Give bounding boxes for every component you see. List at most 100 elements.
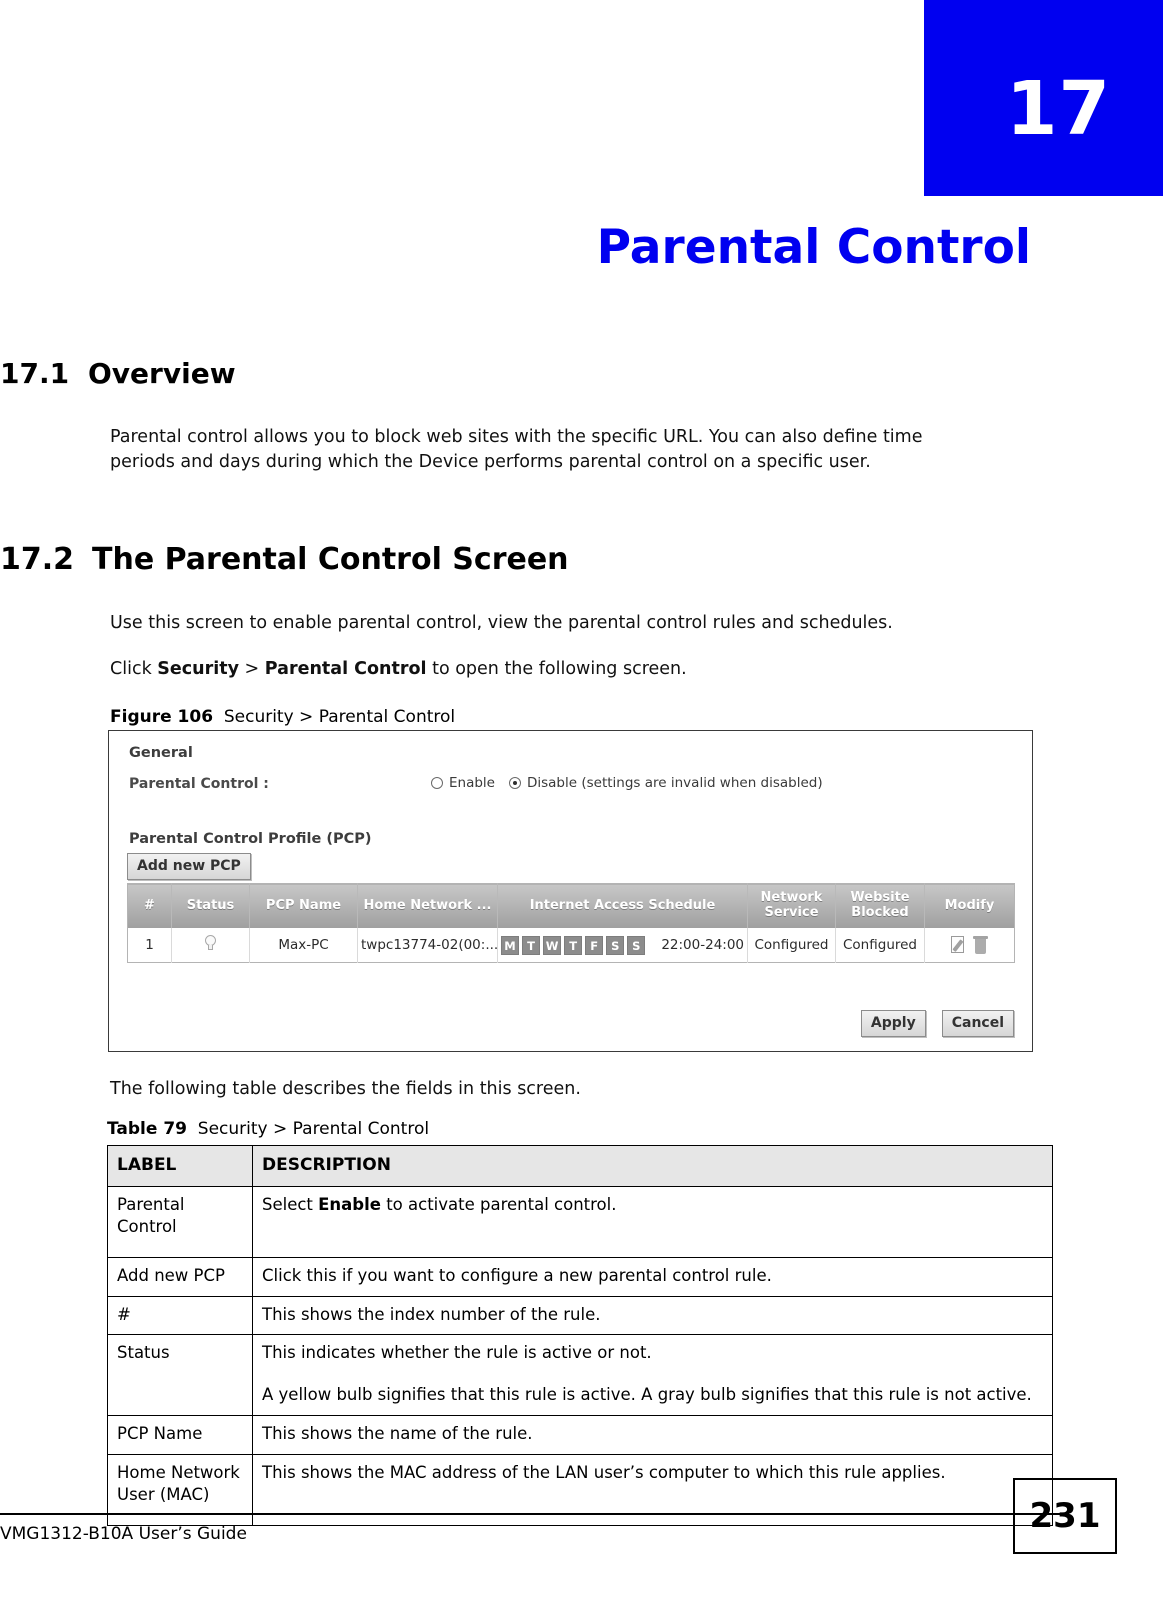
pcp-cell-home-network-user: twpc13774-02(00:... [357,928,498,963]
desc-col-label: LABEL [107,1145,253,1187]
schedule-time-range: 22:00-24:00 [661,937,745,953]
desc-text-status: This indicates whether the rule is activ… [252,1334,1053,1417]
section-title-overview: Overview [88,357,236,390]
table-caption-label: Table 79 [107,1119,187,1139]
radio-enable[interactable] [431,777,443,789]
pcp-cell-schedule: M T W T F S S 22:00-24:00 [497,928,748,963]
figure-caption-text: Security > Parental Control [223,707,456,727]
pcp-col-index: # [127,883,172,928]
description-table: LABEL DESCRIPTION Parental Control Selec… [107,1145,1053,1527]
menu-parental-control: Parental Control [264,659,427,679]
desc-text-pcp-name: This shows the name of the rule. [252,1415,1053,1456]
day-badge-wed: W [543,935,562,955]
following-table-paragraph: The following table describes the fields… [110,1079,581,1099]
desc-text-index: This shows the index number of the rule. [252,1295,1053,1336]
pcp-cell-status [171,928,250,963]
add-new-pcp-button[interactable]: Add new PCP [127,853,251,880]
delete-icon[interactable] [973,935,988,955]
desc-text-add-new-pcp: Click this if you want to configure a ne… [252,1256,1053,1297]
chapter-number: 17 [1006,66,1111,152]
desc-label-index: # [107,1295,253,1336]
day-badge-tue: T [522,935,541,955]
modify-icon-group [928,935,1011,955]
menu-separator: > [238,659,265,679]
delete-icon-can [975,939,986,955]
use-screen-paragraph: Use this screen to enable parental contr… [110,613,893,633]
pcp-table: # Status PCP Name Home Network ... Inter… [127,883,1015,963]
click-suffix: to open the following screen. [426,659,687,679]
parental-control-field-label: Parental Control : [129,776,269,792]
pcp-cell-network-service: Configured [747,928,836,963]
desc-bold-enable: Enable [318,1194,381,1214]
parental-control-radio-group[interactable]: Enable Disable (settings are invalid whe… [431,775,823,791]
footer-divider [0,1513,1069,1515]
lightbulb-base [208,945,213,950]
pcp-col-pcp-name: PCP Name [249,883,358,928]
desc-prefix-parental-control: Select [262,1194,319,1214]
section-title-parental-control-screen: The Parental Control Screen [92,542,569,577]
description-table-header-row: LABEL DESCRIPTION [107,1145,1053,1187]
section-number-17-2: 17.2 [0,542,75,577]
pcp-col-status: Status [171,883,250,928]
figure-action-buttons: Apply Cancel [860,1010,1014,1037]
figure-caption: Figure 106 Security > Parental Control [110,707,455,727]
pcp-section-title: Parental Control Profile (PCP) [129,831,372,847]
table-caption: Table 79 Security > Parental Control [107,1119,429,1139]
table-row: Add new PCP Click this if you want to co… [107,1256,1053,1297]
table-row: # This shows the index number of the rul… [107,1295,1053,1336]
footer-guide-title: VMG1312-B10A User’s Guide [0,1524,247,1544]
general-section-title: General [129,745,193,761]
figure-caption-label: Figure 106 [110,707,214,727]
desc-label-add-new-pcp: Add new PCP [107,1256,253,1297]
day-badge-fri: F [585,935,604,955]
day-badge-thu: T [564,935,583,955]
desc-label-home-network-user: Home Network User (MAC) [107,1454,253,1527]
pcp-col-home-network-user: Home Network ... [357,883,498,928]
pcp-table-header-row: # Status PCP Name Home Network ... Inter… [127,883,1015,928]
overview-paragraph: Parental control allows you to block web… [110,427,923,472]
desc-text-status-line1: This indicates whether the rule is activ… [262,1343,652,1363]
desc-text-status-line2: A yellow bulb signifies that this rule i… [262,1385,1032,1405]
edit-icon[interactable] [951,936,968,954]
table-row: Parental Control Select Enable to activa… [107,1185,1053,1258]
radio-disable[interactable] [508,777,521,789]
pcp-col-website-blocked: Website Blocked [835,883,925,928]
pcp-cell-modify [924,928,1015,963]
day-badge-sat: S [606,935,625,955]
desc-text-parental-control: Select Enable to activate parental contr… [252,1185,1053,1258]
day-badge-mon: M [501,935,520,955]
section-number-17-1: 17.1 [0,357,70,390]
desc-col-description: DESCRIPTION [252,1145,1053,1187]
desc-suffix-parental-control: to activate parental control. [380,1194,617,1214]
pcp-cell-website-blocked: Configured [835,928,925,963]
radio-disable-label: Disable (settings are invalid when disab… [526,775,823,791]
cancel-button[interactable]: Cancel [941,1010,1014,1037]
pcp-col-network-service: Network Service [747,883,836,928]
chapter-title: Parental Control [596,220,1031,275]
pcp-col-internet-access-schedule: Internet Access Schedule [497,883,748,928]
click-path-paragraph: Click Security > Parental Control to ope… [110,657,990,682]
table-row: Home Network User (MAC) This shows the M… [107,1454,1053,1527]
section-heading-overview: 17.1 Overview [0,357,236,390]
pcp-cell-pcp-name: Max-PC [249,928,358,963]
desc-label-status: Status [107,1334,253,1417]
desc-label-parental-control: Parental Control [107,1185,253,1258]
table-row: 1 Max-PC twpc13774-02(00:... M T W T F S… [127,928,1015,963]
section-heading-parental-control-screen: 17.2 The Parental Control Screen [0,542,569,577]
click-prefix: Click [110,659,158,679]
schedule-days-and-time: M T W T F S S 22:00-24:00 [501,935,745,955]
figure-parental-control-screen: General Parental Control : Enable Disabl… [108,730,1033,1052]
page-number-box: 231 [1013,1478,1117,1554]
menu-security: Security [157,659,239,679]
radio-enable-label: Enable [449,775,495,791]
desc-label-pcp-name: PCP Name [107,1415,253,1456]
table-row: PCP Name This shows the name of the rule… [107,1415,1053,1456]
pcp-cell-index: 1 [127,928,172,963]
table-caption-text: Security > Parental Control [197,1119,430,1139]
apply-button[interactable]: Apply [860,1010,926,1037]
table-row: Status This indicates whether the rule i… [107,1334,1053,1417]
desc-text-home-network-user: This shows the MAC address of the LAN us… [252,1454,1053,1527]
pcp-col-modify: Modify [924,883,1015,928]
lightbulb-icon [205,935,216,951]
day-badge-sun: S [627,935,646,955]
